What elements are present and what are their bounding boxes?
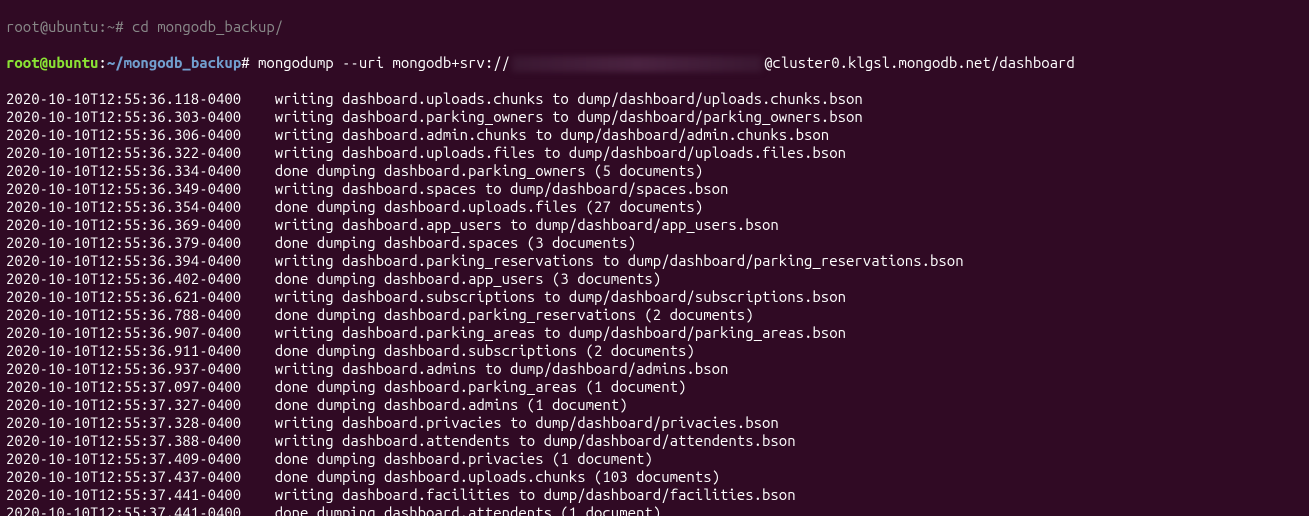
log-line: 2020-10-10T12:55:37.409-0400 done dumpin… bbox=[6, 450, 1303, 468]
log-line: 2020-10-10T12:55:36.306-0400 writing das… bbox=[6, 126, 1303, 144]
log-output: 2020-10-10T12:55:36.118-0400 writing das… bbox=[6, 90, 1303, 516]
log-line: 2020-10-10T12:55:36.354-0400 done dumpin… bbox=[6, 198, 1303, 216]
prompt-path: ~/mongodb_backup bbox=[107, 54, 241, 71]
log-line: 2020-10-10T12:55:37.327-0400 done dumpin… bbox=[6, 396, 1303, 414]
log-line: 2020-10-10T12:55:36.379-0400 done dumpin… bbox=[6, 234, 1303, 252]
log-line: 2020-10-10T12:55:36.907-0400 writing das… bbox=[6, 324, 1303, 342]
command-pre: mongodump --uri mongodb+srv:// bbox=[250, 54, 510, 71]
terminal-window[interactable]: root@ubuntu:~# cd mongodb_backup/ root@u… bbox=[0, 0, 1309, 516]
log-line: 2020-10-10T12:55:36.349-0400 writing das… bbox=[6, 180, 1303, 198]
log-line: 2020-10-10T12:55:36.303-0400 writing das… bbox=[6, 108, 1303, 126]
prompt-colon: : bbox=[98, 54, 106, 71]
redacted-credentials bbox=[512, 56, 762, 72]
command-post: @cluster0.klgsl.mongodb.net/dashboard bbox=[764, 54, 1075, 71]
command-line-1: root@ubuntu:~/mongodb_backup# mongodump … bbox=[6, 54, 1303, 72]
log-line: 2020-10-10T12:55:37.097-0400 done dumpin… bbox=[6, 378, 1303, 396]
log-line: 2020-10-10T12:55:36.118-0400 writing das… bbox=[6, 90, 1303, 108]
log-line: 2020-10-10T12:55:36.911-0400 done dumpin… bbox=[6, 342, 1303, 360]
log-line: 2020-10-10T12:55:36.788-0400 done dumpin… bbox=[6, 306, 1303, 324]
log-line: 2020-10-10T12:55:36.394-0400 writing das… bbox=[6, 252, 1303, 270]
prompt-userhost: root@ubuntu bbox=[6, 54, 98, 71]
log-line: 2020-10-10T12:55:37.441-0400 done dumpin… bbox=[6, 504, 1303, 516]
log-line: 2020-10-10T12:55:36.369-0400 writing das… bbox=[6, 216, 1303, 234]
log-line: 2020-10-10T12:55:36.322-0400 writing das… bbox=[6, 144, 1303, 162]
log-line: 2020-10-10T12:55:36.402-0400 done dumpin… bbox=[6, 270, 1303, 288]
truncated-prev-line: root@ubuntu:~# cd mongodb_backup/ bbox=[6, 18, 1303, 36]
log-line: 2020-10-10T12:55:37.441-0400 writing das… bbox=[6, 486, 1303, 504]
log-line: 2020-10-10T12:55:36.621-0400 writing das… bbox=[6, 288, 1303, 306]
log-line: 2020-10-10T12:55:37.437-0400 done dumpin… bbox=[6, 468, 1303, 486]
log-line: 2020-10-10T12:55:37.388-0400 writing das… bbox=[6, 432, 1303, 450]
log-line: 2020-10-10T12:55:36.334-0400 done dumpin… bbox=[6, 162, 1303, 180]
log-line: 2020-10-10T12:55:36.937-0400 writing das… bbox=[6, 360, 1303, 378]
log-line: 2020-10-10T12:55:37.328-0400 writing das… bbox=[6, 414, 1303, 432]
prompt-hash: # bbox=[241, 54, 249, 71]
